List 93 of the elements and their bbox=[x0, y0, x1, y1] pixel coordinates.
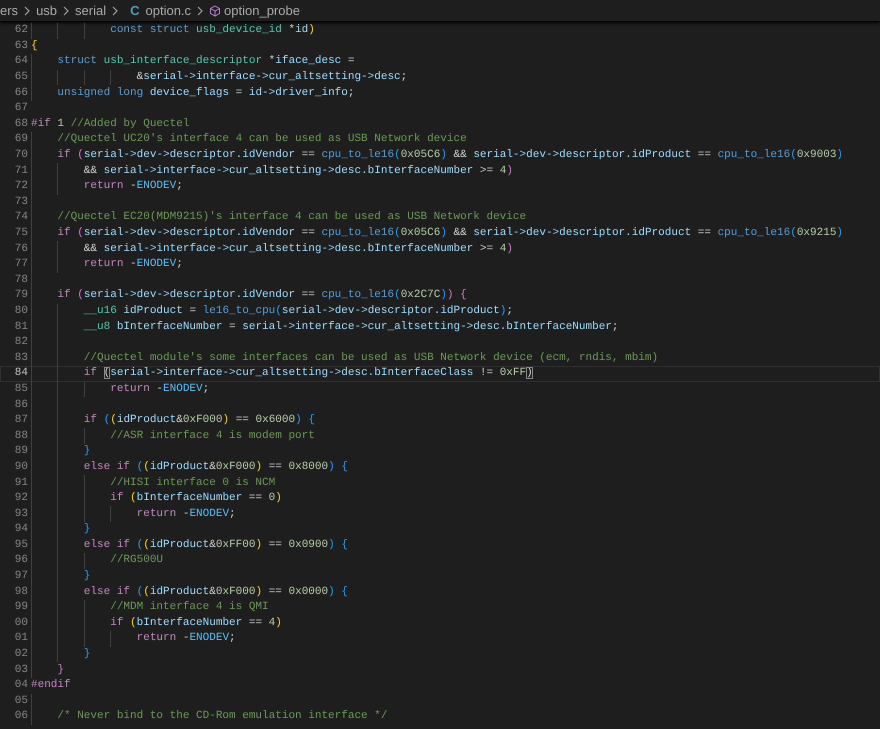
code-line: const struct usb_device_id *id) bbox=[109, 25, 315, 36]
line-number: 65 bbox=[14, 72, 28, 84]
line-number: 90 bbox=[14, 462, 28, 473]
code-line: } bbox=[82, 524, 90, 536]
line-number: 72 bbox=[14, 181, 28, 192]
line-number: 62 bbox=[14, 25, 28, 36]
code-line: #if 1 //Added by Quectel bbox=[31, 118, 190, 130]
code-line: //RG500U bbox=[109, 555, 164, 566]
line-number: 88 bbox=[14, 430, 28, 442]
code-line: return -ENODEV; bbox=[109, 384, 210, 395]
line-number: 89 bbox=[14, 446, 28, 458]
code-line: else if ((idProduct&0xF000) == 0x0000) { bbox=[82, 586, 348, 598]
line-number: 68 bbox=[14, 118, 28, 130]
code-line: //Quectel UC20's interface 4 can be used as USB Network device bbox=[56, 134, 467, 146]
line-number: 84 bbox=[14, 368, 28, 380]
line-number: 85 bbox=[14, 384, 28, 395]
code-line: if (bInterfaceNumber == 0) bbox=[109, 493, 282, 504]
line-number: 93 bbox=[14, 508, 28, 520]
line-number: 92 bbox=[14, 493, 28, 504]
line-number: 64 bbox=[14, 56, 28, 68]
code-line: unsigned long device_flags = id->driver_info; bbox=[56, 88, 354, 99]
c-file-icon: C bbox=[130, 0, 140, 20]
line-number: 79 bbox=[14, 290, 28, 302]
code-line: && serial->interface->cur_altsetting->desc.bInterfaceNumber >= 4) bbox=[82, 244, 513, 255]
code-line: #endif bbox=[31, 680, 71, 692]
chevron-icon bbox=[111, 6, 120, 16]
code-line: return -ENODEV; bbox=[82, 259, 183, 270]
code-line: //ASR interface 4 is modem port bbox=[109, 430, 315, 442]
code-line: } bbox=[82, 446, 90, 458]
line-number: 77 bbox=[14, 259, 28, 270]
line-number: 69 bbox=[14, 134, 28, 146]
line-number: 66 bbox=[14, 88, 28, 99]
code-line: if (serial->dev->descriptor.idVendor == cpu_to_le16(0x05C6) && serial->dev->descriptor.idProduct == cpu_to_le16(0x9215) bbox=[56, 228, 844, 240]
line-number: 06 bbox=[14, 711, 28, 722]
line-number: 94 bbox=[14, 524, 28, 536]
line-number: 96 bbox=[14, 555, 28, 566]
breadcrumb-item[interactable]: usb bbox=[36, 0, 58, 20]
code-line: if (bInterfaceNumber == 4) bbox=[109, 618, 282, 629]
line-number: 01 bbox=[14, 633, 28, 644]
line-number: 82 bbox=[14, 337, 28, 348]
code-line: if (serial->dev->descriptor.idVendor == cpu_to_le16(0x05C6) && serial->dev->descriptor.idProduct == cpu_to_le16(0x9003) bbox=[56, 150, 844, 162]
line-number: 71 bbox=[14, 166, 28, 177]
code-line: else if ((idProduct&0xF000) == 0x8000) { bbox=[82, 462, 348, 473]
code-line: } bbox=[56, 664, 64, 676]
line-number: 75 bbox=[14, 228, 28, 240]
breadcrumb-item[interactable]: ers bbox=[0, 0, 18, 20]
line-number: 03 bbox=[14, 664, 28, 676]
code-line: } bbox=[82, 649, 90, 660]
line-number: 00 bbox=[14, 618, 28, 629]
code-line: { bbox=[31, 40, 38, 52]
code-line: __u16 idProduct = le16_to_cpu(serial->dev->descriptor.idProduct); bbox=[82, 306, 513, 317]
code-line: return -ENODEV; bbox=[136, 633, 236, 644]
line-number: 67 bbox=[14, 103, 28, 114]
code-line: //Quectel module's some interfaces can be used as USB Network device (ecm, rndis, mbim) bbox=[82, 352, 658, 364]
line-number: 99 bbox=[14, 602, 28, 614]
line-number: 73 bbox=[14, 196, 28, 208]
line-number: 04 bbox=[14, 680, 28, 692]
line-number: 70 bbox=[14, 150, 28, 162]
code-line: &serial->interface->cur_altsetting->desc; bbox=[136, 72, 408, 84]
line-number: 87 bbox=[14, 415, 28, 426]
line-number: 80 bbox=[14, 306, 28, 317]
code-line: && serial->interface->cur_altsetting->desc.bInterfaceNumber >= 4) bbox=[82, 166, 513, 177]
code-line: //HISI interface 0 is NCM bbox=[109, 478, 276, 489]
code-line: //Quectel EC20(MDM9215)'s interface 4 can be used as USB Network device bbox=[56, 212, 526, 224]
line-number: 86 bbox=[14, 400, 28, 411]
line-number: 02 bbox=[14, 649, 28, 660]
code-line: if ((idProduct&0xF000) == 0x6000) { bbox=[82, 415, 315, 426]
line-number: 95 bbox=[14, 540, 28, 551]
code-line: if (serial->dev->descriptor.idVendor == cpu_to_le16(0x2C7C)) { bbox=[56, 290, 467, 302]
line-number: 74 bbox=[14, 212, 28, 224]
code-line: /* Never bind to the CD-Rom emulation interface */ bbox=[56, 711, 388, 722]
code-line: return -ENODEV; bbox=[82, 181, 183, 192]
code-line: return -ENODEV; bbox=[136, 508, 236, 520]
breadcrumb-item[interactable]: serial bbox=[75, 0, 106, 20]
code-line: __u8 bInterfaceNumber = serial->interface->cur_altsetting->desc.bInterfaceNumber; bbox=[82, 322, 619, 333]
code-line: struct usb_interface_descriptor *iface_desc = bbox=[56, 56, 354, 68]
line-number: 05 bbox=[14, 696, 28, 707]
line-number: 63 bbox=[14, 40, 28, 52]
line-number: 97 bbox=[14, 571, 28, 582]
breadcrumb-item[interactable]: option.c bbox=[146, 0, 192, 20]
code-line: else if ((idProduct&0xFF00) == 0x0900) { bbox=[82, 540, 348, 551]
line-number: 81 bbox=[14, 322, 28, 333]
line-number: 91 bbox=[14, 478, 28, 489]
line-number: 83 bbox=[14, 352, 28, 364]
line-number: 76 bbox=[14, 244, 28, 255]
chevron-icon bbox=[62, 6, 70, 16]
chevron-icon bbox=[196, 6, 204, 16]
code-line: //MDM interface 4 is QMI bbox=[109, 602, 269, 614]
chevron-icon bbox=[23, 6, 32, 16]
line-number: 98 bbox=[14, 586, 28, 598]
line-number: 78 bbox=[14, 274, 28, 286]
breadcrumb-item[interactable]: option_probe bbox=[224, 0, 300, 20]
code-line: } bbox=[82, 571, 90, 582]
